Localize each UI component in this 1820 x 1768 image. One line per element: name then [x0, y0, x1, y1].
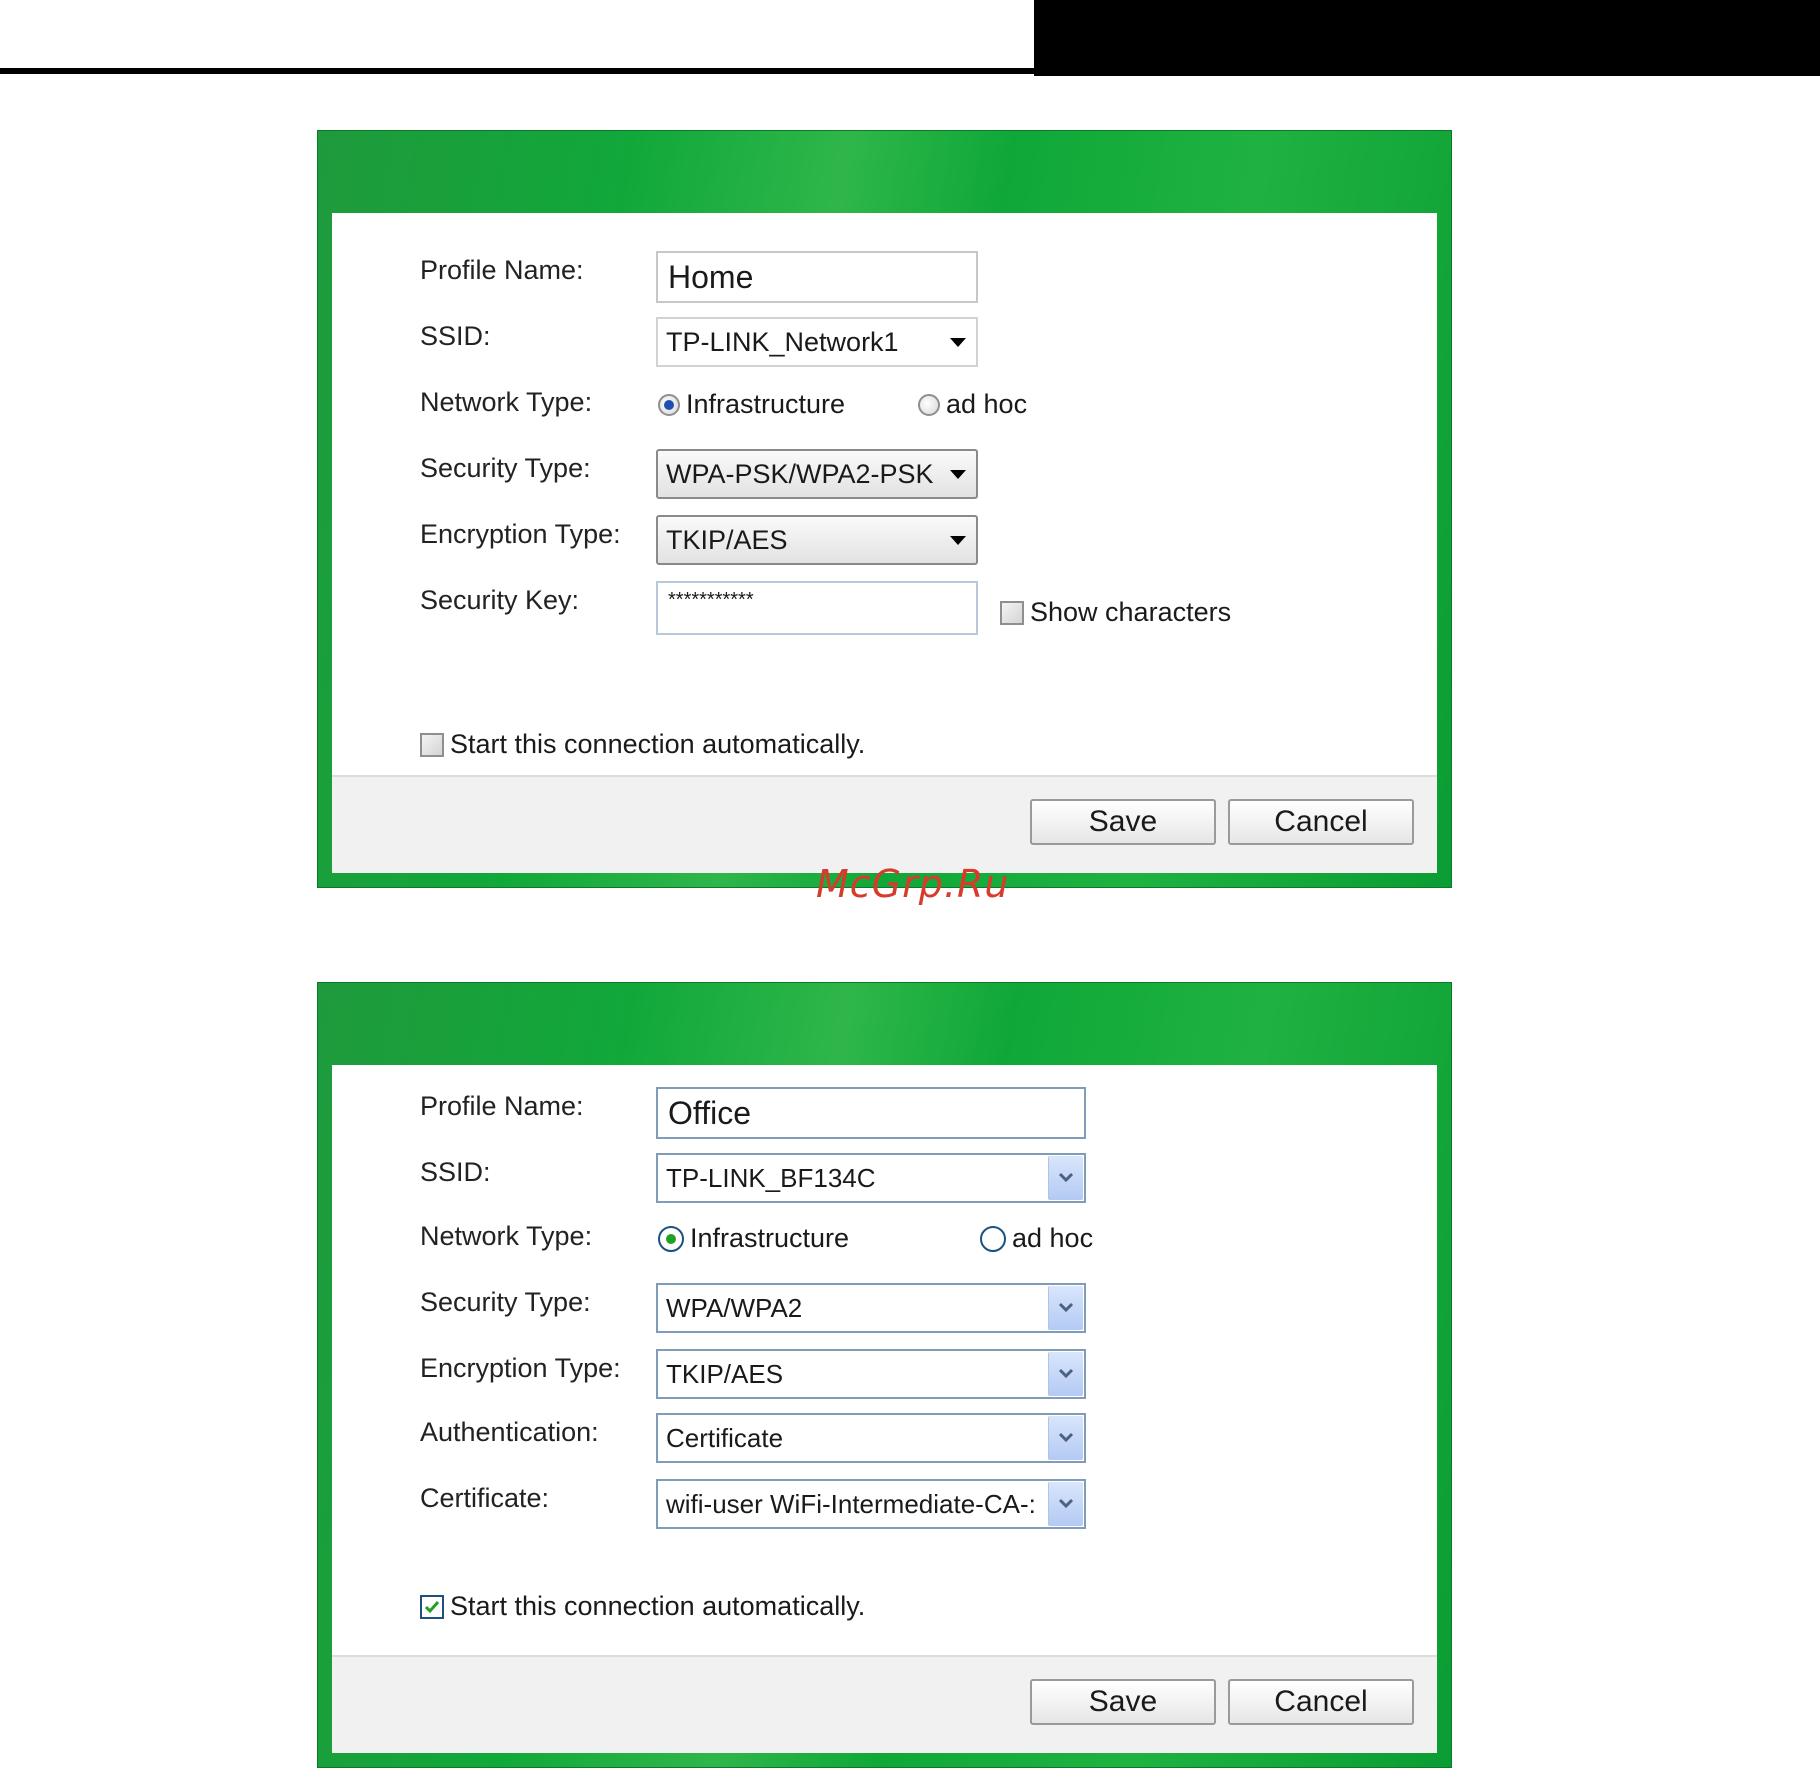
authentication-value: Certificate [666, 1422, 784, 1453]
security-type-value: WPA/WPA2 [666, 1292, 803, 1323]
dropdown-arrow-icon[interactable] [950, 338, 966, 347]
profile-name-input[interactable]: Home [656, 251, 978, 303]
auto-start-label: Start this connection automatically. [450, 1591, 866, 1621]
ssid-label: SSID: [420, 1157, 491, 1187]
security-key-label: Security Key: [420, 585, 580, 615]
encryption-type-label: Encryption Type: [420, 1353, 621, 1383]
ssid-value: TP-LINK_BF134C [666, 1162, 876, 1193]
dropdown-arrow-icon[interactable] [1048, 1416, 1083, 1460]
radio-unselected-icon[interactable] [980, 1225, 1006, 1252]
checkbox-unchecked-icon[interactable] [420, 732, 444, 757]
certificate-value: wifi-user WiFi-Intermediate-CA-: [666, 1488, 1036, 1519]
checkbox-unchecked-icon[interactable] [1000, 600, 1024, 625]
radio-unselected-icon[interactable] [918, 393, 940, 416]
dropdown-arrow-icon[interactable] [1048, 1286, 1083, 1330]
watermark-text: McGrp.Ru [816, 862, 1010, 906]
security-type-label: Security Type: [420, 1287, 591, 1317]
cancel-button[interactable]: Cancel [1228, 1679, 1414, 1725]
profile-dialog-home: Profile Name: Home SSID: TP-LINK_Network… [317, 130, 1452, 888]
certificate-label: Certificate: [420, 1483, 550, 1513]
encryption-type-value: TKIP/AES [666, 1358, 784, 1389]
encryption-type-value: TKIP/AES [666, 524, 788, 555]
radio-selected-icon[interactable] [658, 1225, 684, 1252]
radio-ad-hoc[interactable]: ad hoc [980, 1223, 1093, 1254]
encryption-type-combobox[interactable]: TKIP/AES [656, 515, 978, 565]
network-type-label: Network Type: [420, 1221, 593, 1251]
certificate-combobox[interactable]: wifi-user WiFi-Intermediate-CA-: [656, 1479, 1086, 1529]
security-type-value: WPA-PSK/WPA2-PSK [666, 458, 934, 489]
dialog-content-panel: Profile Name: Home SSID: TP-LINK_Network… [332, 213, 1437, 873]
auto-start-checkbox[interactable]: Start this connection automatically. [420, 729, 865, 760]
profile-dialog-office: Profile Name: Office SSID: TP-LINK_BF134… [317, 982, 1452, 1768]
security-key-input[interactable]: *********** [656, 581, 978, 635]
dropdown-arrow-icon[interactable] [950, 470, 966, 479]
auto-start-checkbox[interactable]: Start this connection automatically. [420, 1591, 865, 1622]
ssid-label: SSID: [420, 321, 491, 351]
radio-infrastructure-label: Infrastructure [690, 1223, 850, 1253]
profile-name-input[interactable]: Office [656, 1087, 1086, 1139]
authentication-combobox[interactable]: Certificate [656, 1413, 1086, 1463]
header-black-bar [1034, 0, 1820, 76]
dialog-footer: Save Cancel [332, 1655, 1437, 1753]
checkbox-checked-icon[interactable] [420, 1594, 444, 1619]
dialog-footer: Save Cancel [332, 775, 1437, 873]
ssid-combobox[interactable]: TP-LINK_Network1 [656, 317, 978, 367]
radio-infrastructure[interactable]: Infrastructure [658, 389, 845, 420]
dropdown-arrow-icon[interactable] [1048, 1352, 1083, 1396]
dialog-content-panel: Profile Name: Office SSID: TP-LINK_BF134… [332, 1065, 1437, 1753]
radio-ad-hoc-label: ad hoc [946, 389, 1028, 419]
show-characters-checkbox[interactable]: Show characters [1000, 597, 1231, 628]
radio-infrastructure[interactable]: Infrastructure [658, 1223, 849, 1254]
network-type-label: Network Type: [420, 387, 593, 417]
save-button[interactable]: Save [1030, 799, 1216, 845]
auto-start-label: Start this connection automatically. [450, 729, 866, 759]
ssid-combobox[interactable]: TP-LINK_BF134C [656, 1153, 1086, 1203]
security-type-label: Security Type: [420, 453, 591, 483]
profile-name-label: Profile Name: [420, 1091, 584, 1121]
security-type-combobox[interactable]: WPA-PSK/WPA2-PSK [656, 449, 978, 499]
authentication-label: Authentication: [420, 1417, 599, 1447]
radio-ad-hoc-label: ad hoc [1012, 1223, 1094, 1253]
radio-infrastructure-label: Infrastructure [686, 389, 846, 419]
radio-selected-icon[interactable] [658, 393, 680, 416]
ssid-value: TP-LINK_Network1 [666, 326, 899, 357]
security-type-combobox[interactable]: WPA/WPA2 [656, 1283, 1086, 1333]
encryption-type-combobox[interactable]: TKIP/AES [656, 1349, 1086, 1399]
dropdown-arrow-icon[interactable] [1048, 1156, 1083, 1200]
encryption-type-label: Encryption Type: [420, 519, 621, 549]
dropdown-arrow-icon[interactable] [950, 536, 966, 545]
save-button[interactable]: Save [1030, 1679, 1216, 1725]
radio-ad-hoc[interactable]: ad hoc [918, 389, 1027, 420]
header-rule [0, 68, 1040, 74]
profile-name-label: Profile Name: [420, 255, 584, 285]
cancel-button[interactable]: Cancel [1228, 799, 1414, 845]
show-characters-label: Show characters [1030, 597, 1232, 627]
dropdown-arrow-icon[interactable] [1048, 1482, 1083, 1526]
